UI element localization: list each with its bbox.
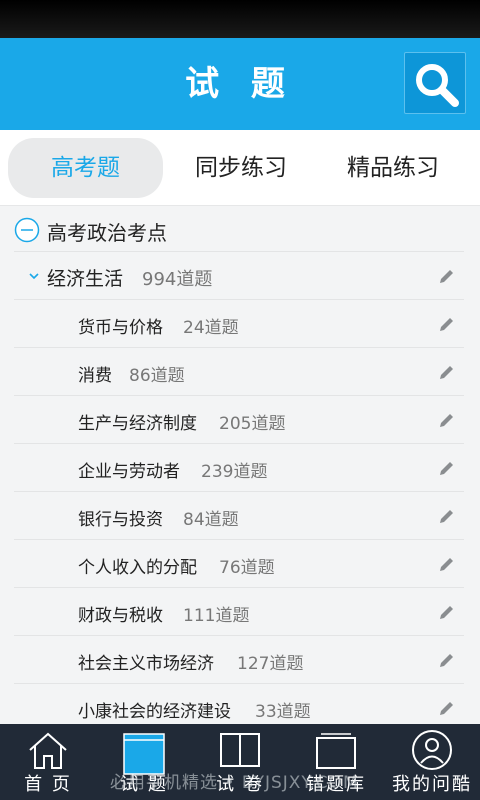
list-item[interactable]: 财政与税收 111道题 [14, 588, 464, 636]
user-icon [412, 730, 452, 770]
nav-home-label: 首 页 [24, 774, 72, 795]
item-label: 财政与税收 [78, 606, 163, 626]
item-count: 205道题 [219, 414, 286, 434]
item-label: 消费 [78, 366, 112, 386]
list-item[interactable]: 消费 86道题 [14, 348, 464, 396]
tree-group-label: 经济生活 [47, 268, 124, 290]
item-label: 企业与劳动者 [78, 462, 180, 482]
tree-group-count: 994道题 [142, 269, 213, 290]
book-icon [220, 733, 260, 767]
item-label: 银行与投资 [78, 510, 163, 530]
edit-icon[interactable] [438, 507, 456, 525]
list-item[interactable]: 货币与价格 24道题 [14, 300, 464, 348]
item-count: 127道题 [237, 654, 304, 674]
tab-featured-practice[interactable]: 精品练习 [318, 138, 468, 198]
home-icon [29, 732, 67, 769]
edit-icon[interactable] [438, 603, 456, 621]
nav-profile-label: 我的问酷 [392, 774, 472, 795]
edit-icon[interactable] [438, 315, 456, 333]
status-bar [0, 0, 480, 38]
search-icon [416, 64, 459, 107]
tree-group[interactable]: 经济生活 994道题 [14, 252, 464, 300]
edit-icon[interactable] [438, 459, 456, 477]
edit-icon[interactable] [438, 363, 456, 381]
item-label: 社会主义市场经济 [78, 654, 214, 674]
item-label: 个人收入的分配 [78, 558, 197, 578]
list-item[interactable]: 社会主义市场经济 127道题 [14, 636, 464, 684]
item-count: 111道题 [183, 606, 250, 626]
question-tree: 高考政治考点 经济生活 994道题 货币与价格 24道题 消费 86道题 生产与… [0, 206, 480, 724]
nav-home[interactable]: 首 页 [0, 724, 96, 800]
item-count: 239道题 [201, 462, 268, 482]
search-button[interactable] [404, 52, 466, 114]
list-item[interactable]: 企业与劳动者 239道题 [14, 444, 464, 492]
edit-icon[interactable] [438, 267, 456, 285]
watermark: 必用手机精选 • BYJSJXY.COM [110, 773, 359, 793]
tree-root[interactable]: 高考政治考点 [14, 206, 464, 252]
list-item[interactable]: 小康社会的经济建设 33道题 [14, 684, 464, 724]
tree-root-label: 高考政治考点 [47, 221, 167, 245]
edit-icon[interactable] [438, 699, 456, 717]
item-count: 24道题 [183, 318, 239, 338]
nav-profile[interactable]: 我的问酷 [384, 724, 480, 800]
edit-icon[interactable] [438, 411, 456, 429]
item-count: 84道题 [183, 510, 239, 530]
item-count: 86道题 [129, 366, 185, 386]
tab-bar: 高考题 同步练习 精品练习 [0, 130, 480, 206]
list-item[interactable]: 生产与经济制度 205道题 [14, 396, 464, 444]
item-count: 76道题 [219, 558, 275, 578]
item-label: 小康社会的经济建设 [78, 702, 231, 722]
edit-icon[interactable] [438, 555, 456, 573]
tab-sync-practice[interactable]: 同步练习 [166, 138, 316, 198]
folder-icon [316, 733, 356, 769]
list-item[interactable]: 银行与投资 84道题 [14, 492, 464, 540]
list-item[interactable]: 个人收入的分配 76道题 [14, 540, 464, 588]
item-label: 生产与经济制度 [78, 414, 197, 434]
collapse-minus-icon[interactable] [14, 217, 40, 243]
item-count: 33道题 [255, 702, 311, 722]
tab-gaokao[interactable]: 高考题 [8, 138, 163, 198]
app-header: 试 题 [0, 38, 480, 130]
edit-icon[interactable] [438, 651, 456, 669]
chevron-down-icon[interactable] [28, 270, 40, 282]
item-label: 货币与价格 [78, 318, 163, 338]
